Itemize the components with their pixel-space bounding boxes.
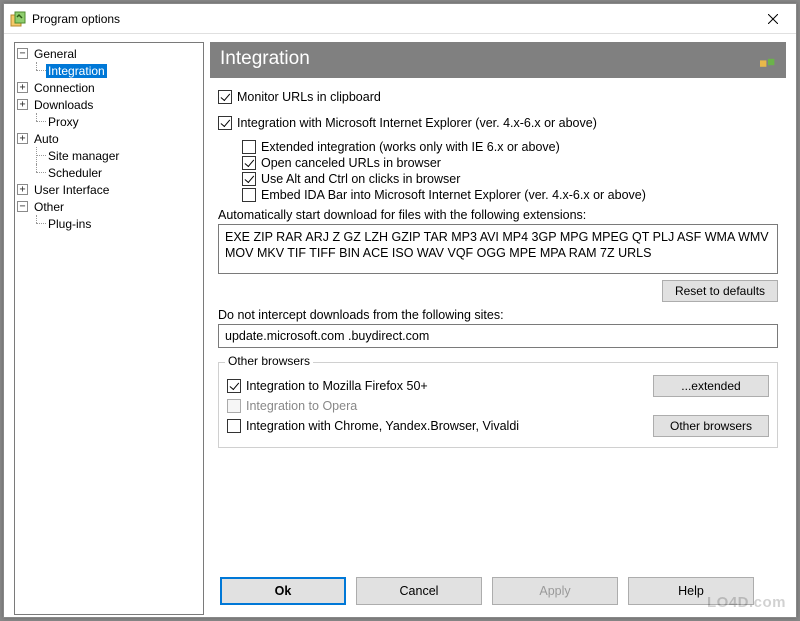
opera-row: Integration to Opera: [227, 399, 357, 413]
ok-button[interactable]: Ok: [220, 577, 346, 605]
tree-connector-icon: [31, 215, 46, 232]
dialog-buttons: Ok Cancel Apply Help: [210, 571, 786, 615]
checkbox-icon[interactable]: [242, 140, 256, 154]
tree-connector-icon: [31, 113, 46, 130]
auto-start-label: Automatically start download for files w…: [218, 208, 778, 222]
collapse-icon[interactable]: −: [17, 48, 28, 59]
other-browsers-button[interactable]: Other browsers: [653, 415, 769, 437]
tree-general[interactable]: − General: [15, 45, 203, 62]
extensions-input[interactable]: EXE ZIP RAR ARJ Z GZ LZH GZIP TAR MP3 AV…: [218, 224, 778, 274]
dialog-body: − General Integration + Connection + Dow…: [4, 34, 796, 617]
collapse-icon[interactable]: −: [17, 201, 28, 212]
tree-proxy[interactable]: Proxy: [15, 113, 203, 130]
chrome-row[interactable]: Integration with Chrome, Yandex.Browser,…: [227, 419, 519, 433]
monitor-clipboard-row[interactable]: Monitor URLs in clipboard: [218, 90, 778, 104]
help-button[interactable]: Help: [628, 577, 754, 605]
other-browsers-group: Other browsers Integration to Mozilla Fi…: [218, 362, 778, 448]
tree-connector-icon: [31, 164, 46, 181]
expand-icon[interactable]: +: [17, 99, 28, 110]
extended-button[interactable]: ...extended: [653, 375, 769, 397]
close-button[interactable]: [750, 4, 796, 33]
alt-ctrl-row[interactable]: Use Alt and Ctrl on clicks in browser: [242, 172, 778, 186]
checkbox-icon[interactable]: [242, 172, 256, 186]
firefox-row[interactable]: Integration to Mozilla Firefox 50+: [227, 379, 428, 393]
checkbox-icon[interactable]: [227, 379, 241, 393]
cancel-button[interactable]: Cancel: [356, 577, 482, 605]
nav-tree[interactable]: − General Integration + Connection + Dow…: [14, 42, 204, 615]
tree-downloads[interactable]: + Downloads: [15, 96, 203, 113]
extended-integration-row[interactable]: Extended integration (works only with IE…: [242, 140, 778, 154]
app-icon: [10, 11, 26, 27]
tree-user-interface[interactable]: + User Interface: [15, 181, 203, 198]
checkbox-icon[interactable]: [218, 90, 232, 104]
tree-auto[interactable]: + Auto: [15, 130, 203, 147]
checkbox-icon[interactable]: [242, 188, 256, 202]
shield-badge-icon: [760, 53, 776, 65]
dont-intercept-label: Do not intercept downloads from the foll…: [218, 308, 778, 322]
checkbox-icon[interactable]: [242, 156, 256, 170]
checkbox-icon[interactable]: [218, 116, 232, 130]
dialog-window: Program options − General Integration + …: [3, 3, 797, 618]
tree-connector-icon: [31, 62, 46, 79]
sites-input[interactable]: update.microsoft.com .buydirect.com: [218, 324, 778, 348]
group-legend: Other browsers: [225, 354, 313, 368]
expand-icon[interactable]: +: [17, 184, 28, 195]
close-icon: [768, 14, 778, 24]
apply-button: Apply: [492, 577, 618, 605]
tree-site-manager[interactable]: Site manager: [15, 147, 203, 164]
form-area: Monitor URLs in clipboard Integration wi…: [210, 78, 786, 571]
window-title: Program options: [32, 12, 750, 26]
expand-icon[interactable]: +: [17, 133, 28, 144]
checkbox-icon[interactable]: [227, 419, 241, 433]
content-panel: Integration Monitor URLs in clipboard: [210, 42, 786, 615]
ie-integration-row[interactable]: Integration with Microsoft Internet Expl…: [218, 116, 778, 130]
tree-plugins[interactable]: Plug-ins: [15, 215, 203, 232]
panel-header: Integration: [210, 42, 786, 78]
open-canceled-row[interactable]: Open canceled URLs in browser: [242, 156, 778, 170]
titlebar: Program options: [4, 4, 796, 34]
tree-connector-icon: [31, 147, 46, 164]
tree-integration[interactable]: Integration: [15, 62, 203, 79]
checkbox-icon: [227, 399, 241, 413]
expand-icon[interactable]: +: [17, 82, 28, 93]
tree-scheduler[interactable]: Scheduler: [15, 164, 203, 181]
tree-other[interactable]: − Other: [15, 198, 203, 215]
panel-title: Integration: [220, 48, 310, 70]
reset-defaults-button[interactable]: Reset to defaults: [662, 280, 778, 302]
embed-bar-row[interactable]: Embed IDA Bar into Microsoft Internet Ex…: [242, 188, 778, 202]
tree-connection[interactable]: + Connection: [15, 79, 203, 96]
